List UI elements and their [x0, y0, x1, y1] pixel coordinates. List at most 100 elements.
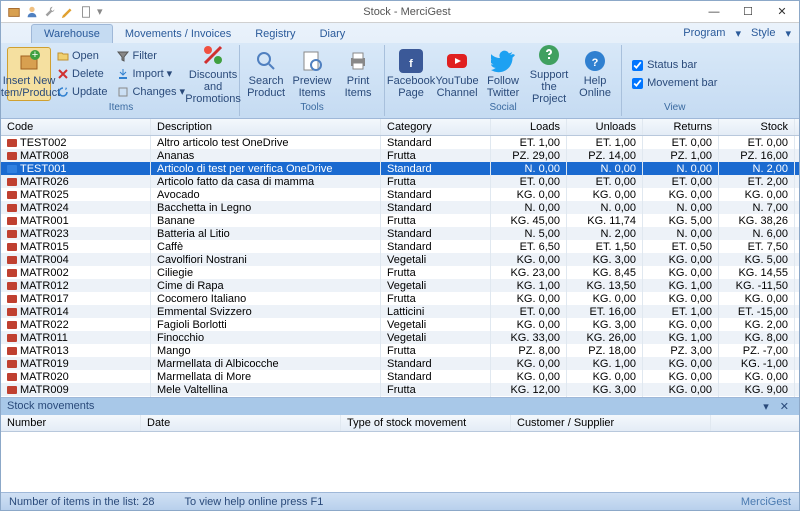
- group-social-label: Social: [489, 101, 516, 114]
- menu-program[interactable]: Program: [683, 27, 725, 40]
- row-icon: [7, 321, 17, 329]
- refresh-icon: [57, 86, 69, 98]
- row-icon: [7, 295, 17, 303]
- col-loads[interactable]: Loads: [491, 119, 567, 135]
- panel-controls[interactable]: ▾ ✕: [763, 400, 793, 413]
- row-icon: [7, 256, 17, 264]
- insert-new-item-button[interactable]: + Insert New Item/Product: [7, 47, 51, 101]
- row-icon: [7, 282, 17, 290]
- col-description[interactable]: Description: [151, 119, 381, 135]
- tab-diary[interactable]: Diary: [308, 25, 358, 43]
- filter-icon: [117, 50, 129, 62]
- changes-icon: [117, 86, 129, 98]
- row-icon: [7, 308, 17, 316]
- tab-registry[interactable]: Registry: [243, 25, 307, 43]
- filter-button[interactable]: Filter: [113, 47, 189, 64]
- facebook-icon: f: [399, 49, 423, 73]
- row-icon: [7, 165, 17, 173]
- chevron-down-icon: ▾: [180, 85, 186, 98]
- support-icon: [537, 43, 561, 67]
- chevron-down-icon: ▾: [785, 27, 791, 40]
- update-button[interactable]: Update: [53, 83, 111, 100]
- row-icon: [7, 243, 17, 251]
- grid-header: Code Description Category Loads Unloads …: [1, 119, 799, 136]
- import-button[interactable]: Import▾: [113, 65, 189, 82]
- stock-movements-panel: Stock movements ▾ ✕ Number Date Type of …: [1, 397, 799, 492]
- col-category[interactable]: Category: [381, 119, 491, 135]
- status-count: Number of items in the list: 28: [9, 496, 155, 508]
- detail-body: [1, 432, 799, 492]
- delete-button[interactable]: Delete: [53, 65, 111, 82]
- tab-warehouse[interactable]: Warehouse: [31, 24, 113, 43]
- row-icon: [7, 347, 17, 355]
- twitter-button[interactable]: Follow Twitter: [481, 47, 525, 101]
- items-grid[interactable]: Code Description Category Loads Unloads …: [1, 119, 799, 397]
- dcol-number[interactable]: Number: [1, 415, 141, 431]
- group-view-label: View: [664, 101, 686, 114]
- search-product-button[interactable]: Search Product: [244, 47, 288, 101]
- qa-box-icon[interactable]: [7, 5, 21, 19]
- qa-pencil-icon[interactable]: [61, 5, 75, 19]
- ribbon: Warehouse Movements / Invoices Registry …: [1, 23, 799, 119]
- qa-user-icon[interactable]: [25, 5, 39, 19]
- status-app: MerciGest: [741, 496, 791, 508]
- package-add-icon: +: [17, 49, 41, 73]
- group-items-label: Items: [109, 101, 133, 114]
- ribbon-tabs: Warehouse Movements / Invoices Registry …: [1, 23, 799, 43]
- row-icon: [7, 386, 17, 394]
- row-icon: [7, 217, 17, 225]
- col-stock[interactable]: Stock: [719, 119, 795, 135]
- twitter-icon: [491, 49, 515, 73]
- chevron-down-icon: ▾: [735, 27, 741, 40]
- folder-open-icon: [57, 50, 69, 62]
- window-title: Stock - MerciGest: [117, 6, 697, 18]
- qa-dropdown-icon[interactable]: ▾: [97, 5, 111, 19]
- youtube-button[interactable]: YouTube Channel: [435, 47, 479, 101]
- row-icon: [7, 204, 17, 212]
- col-code[interactable]: Code: [1, 119, 151, 135]
- preview-items-button[interactable]: Preview Items: [290, 47, 334, 101]
- dcol-type[interactable]: Type of stock movement: [341, 415, 511, 431]
- quick-access-toolbar: ▾: [1, 5, 117, 19]
- changes-button[interactable]: Changes▾: [113, 83, 189, 100]
- close-button[interactable]: ✕: [765, 1, 799, 23]
- group-tools-label: Tools: [300, 101, 323, 114]
- print-icon: [346, 49, 370, 73]
- print-items-button[interactable]: Print Items: [336, 47, 380, 101]
- dcol-date[interactable]: Date: [141, 415, 341, 431]
- facebook-button[interactable]: fFacebook Page: [389, 47, 433, 101]
- movementbar-checkbox[interactable]: Movement bar: [626, 75, 723, 91]
- row-icon: [7, 269, 17, 277]
- open-button[interactable]: Open: [53, 47, 111, 64]
- delete-icon: [57, 68, 69, 80]
- row-icon: [7, 334, 17, 342]
- row-icon: [7, 178, 17, 186]
- row-icon: [7, 373, 17, 381]
- row-icon: [7, 360, 17, 368]
- preview-icon: [300, 49, 324, 73]
- help-icon: ?: [583, 49, 607, 73]
- tab-movements[interactable]: Movements / Invoices: [113, 25, 243, 43]
- row-icon: [7, 139, 17, 147]
- help-button[interactable]: ?Help Online: [573, 47, 617, 101]
- youtube-icon: [445, 49, 469, 73]
- import-icon: [117, 68, 129, 80]
- maximize-button[interactable]: ☐: [731, 1, 765, 23]
- minimize-button[interactable]: —: [697, 1, 731, 23]
- dcol-customer[interactable]: Customer / Supplier: [511, 415, 711, 431]
- detail-header[interactable]: Stock movements ▾ ✕: [1, 398, 799, 415]
- col-unloads[interactable]: Unloads: [567, 119, 643, 135]
- discounts-button[interactable]: Discounts and Promotions: [191, 47, 235, 101]
- support-button[interactable]: Support the Project: [527, 47, 571, 101]
- col-returns[interactable]: Returns: [643, 119, 719, 135]
- qa-page-icon[interactable]: [79, 5, 93, 19]
- status-bar: Number of items in the list: 28 To view …: [1, 492, 799, 510]
- statusbar-checkbox[interactable]: Status bar: [626, 57, 703, 73]
- table-row[interactable]: MATR009Mele ValtellinaFruttaKG. 12,00KG.…: [1, 383, 799, 396]
- qa-wrench-icon[interactable]: [43, 5, 57, 19]
- titlebar: ▾ Stock - MerciGest — ☐ ✕: [1, 1, 799, 23]
- menu-style[interactable]: Style: [751, 27, 775, 40]
- row-icon: [7, 191, 17, 199]
- svg-text:f: f: [409, 58, 413, 70]
- status-help: To view help online press F1: [185, 496, 324, 508]
